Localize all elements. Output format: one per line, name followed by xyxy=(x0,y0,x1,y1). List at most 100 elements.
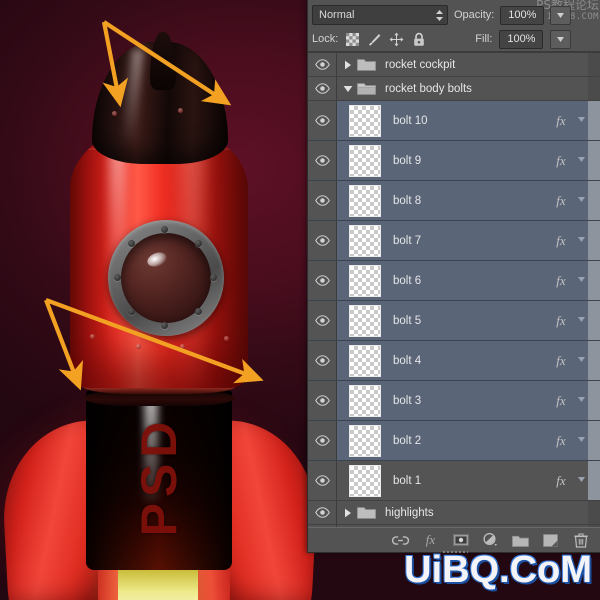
new-adjustment-layer-icon[interactable] xyxy=(482,532,499,549)
layer-visibility-toggle[interactable] xyxy=(308,181,337,220)
layer-row-highlights[interactable]: highlights xyxy=(308,501,600,525)
layer-visibility-toggle[interactable] xyxy=(308,301,337,340)
layer-list-scrollbar-segment[interactable] xyxy=(588,181,600,220)
layer-effects-expand-icon[interactable] xyxy=(574,397,588,404)
layer-visibility-toggle[interactable] xyxy=(308,261,337,300)
layer-effects-indicator[interactable]: fx xyxy=(548,233,574,249)
layer-effects-expand-icon[interactable] xyxy=(574,157,588,164)
layer-visibility-toggle[interactable] xyxy=(308,53,337,76)
layer-row-shadows[interactable]: shadows xyxy=(308,525,600,527)
layer-thumbnail[interactable] xyxy=(349,264,381,297)
lock-transparent-pixels-icon[interactable] xyxy=(345,32,360,47)
layer-list-scrollbar-segment[interactable] xyxy=(588,461,600,500)
layer-thumbnail[interactable] xyxy=(349,384,381,417)
layer-thumbnail[interactable] xyxy=(349,304,381,337)
layer-effects-indicator[interactable]: fx xyxy=(548,113,574,129)
layer-thumbnail[interactable] xyxy=(349,184,381,217)
layer-effects-expand-icon[interactable] xyxy=(574,197,588,204)
layer-thumbnail[interactable] xyxy=(349,344,381,377)
layer-effects-expand-icon[interactable] xyxy=(574,477,588,484)
layer-list-scrollbar-segment[interactable] xyxy=(588,501,600,524)
layer-name[interactable]: bolt 8 xyxy=(393,195,548,207)
layer-effects-indicator[interactable]: fx xyxy=(548,353,574,369)
add-layer-style-icon[interactable]: fx xyxy=(422,532,439,549)
layer-visibility-toggle[interactable] xyxy=(308,341,337,380)
layer-effects-indicator[interactable]: fx xyxy=(548,273,574,289)
layer-effects-indicator[interactable]: fx xyxy=(548,153,574,169)
layer-name[interactable]: bolt 2 xyxy=(393,435,548,447)
layer-list-scrollbar-segment[interactable] xyxy=(588,101,600,140)
layer-name[interactable]: bolt 5 xyxy=(393,315,548,327)
layer-effects-expand-icon[interactable] xyxy=(574,317,588,324)
layer-list[interactable]: rocket cockpit rocket body bolts bolt 10 fx… xyxy=(308,52,600,527)
chevron-right-icon[interactable] xyxy=(341,508,355,518)
layer-list-scrollbar-segment[interactable] xyxy=(588,301,600,340)
layer-effects-expand-icon[interactable] xyxy=(574,437,588,444)
layer-list-scrollbar-segment[interactable] xyxy=(588,381,600,420)
layer-list-scrollbar-segment[interactable] xyxy=(588,261,600,300)
layer-effects-expand-icon[interactable] xyxy=(574,277,588,284)
layer-list-scrollbar-segment[interactable] xyxy=(588,525,600,527)
layer-visibility-toggle[interactable] xyxy=(308,461,337,500)
new-layer-icon[interactable] xyxy=(542,532,559,549)
layer-thumbnail[interactable] xyxy=(349,464,381,497)
layer-effects-indicator[interactable]: fx xyxy=(548,433,574,449)
layer-thumbnail[interactable] xyxy=(349,224,381,257)
layer-list-scrollbar-segment[interactable] xyxy=(588,141,600,180)
lock-all-icon[interactable] xyxy=(411,32,426,47)
layer-row-bolt-7[interactable]: bolt 7 fx xyxy=(308,221,600,261)
layer-effects-indicator[interactable]: fx xyxy=(548,313,574,329)
layer-row-bolt-10[interactable]: bolt 10 fx xyxy=(308,101,600,141)
layer-effects-indicator[interactable]: fx xyxy=(548,473,574,489)
layer-name[interactable]: bolt 10 xyxy=(393,115,548,127)
chevron-right-icon[interactable] xyxy=(341,60,355,70)
layer-name[interactable]: rocket body bolts xyxy=(385,83,548,95)
layer-visibility-toggle[interactable] xyxy=(308,421,337,460)
layer-row-bolt-2[interactable]: bolt 2 fx xyxy=(308,421,600,461)
layer-row-bolt-6[interactable]: bolt 6 fx xyxy=(308,261,600,301)
layer-effects-expand-icon[interactable] xyxy=(574,237,588,244)
layer-visibility-toggle[interactable] xyxy=(308,141,337,180)
layer-list-scrollbar-segment[interactable] xyxy=(588,77,600,100)
layer-name[interactable]: bolt 7 xyxy=(393,235,548,247)
layer-row-rocket-body-bolts[interactable]: rocket body bolts xyxy=(308,77,600,101)
layer-visibility-toggle[interactable] xyxy=(308,525,337,527)
layer-row-bolt-4[interactable]: bolt 4 fx xyxy=(308,341,600,381)
layer-name[interactable]: rocket cockpit xyxy=(385,59,548,71)
layer-visibility-toggle[interactable] xyxy=(308,77,337,100)
lock-position-icon[interactable] xyxy=(389,32,404,47)
layer-row-bolt-3[interactable]: bolt 3 fx xyxy=(308,381,600,421)
layer-list-scrollbar-segment[interactable] xyxy=(588,221,600,260)
opacity-input[interactable]: 100% xyxy=(500,5,545,25)
link-layers-icon[interactable] xyxy=(392,532,409,549)
layer-name[interactable]: bolt 1 xyxy=(393,475,548,487)
layer-visibility-toggle[interactable] xyxy=(308,381,337,420)
layer-thumbnail[interactable] xyxy=(349,424,381,457)
layer-name[interactable]: bolt 4 xyxy=(393,355,548,367)
layer-list-scrollbar-segment[interactable] xyxy=(588,421,600,460)
layer-thumbnail[interactable] xyxy=(349,144,381,177)
layer-row-bolt-8[interactable]: bolt 8 fx xyxy=(308,181,600,221)
layer-list-scrollbar-segment[interactable] xyxy=(588,53,600,76)
layer-effects-expand-icon[interactable] xyxy=(574,117,588,124)
opacity-dropdown-button[interactable] xyxy=(550,5,572,25)
new-group-icon[interactable] xyxy=(512,532,529,549)
layer-effects-indicator[interactable]: fx xyxy=(548,193,574,209)
fill-input[interactable]: 100% xyxy=(499,29,544,49)
layer-effects-expand-icon[interactable] xyxy=(574,357,588,364)
fill-dropdown-button[interactable] xyxy=(550,29,572,49)
layer-row-bolt-1[interactable]: bolt 1 fx xyxy=(308,461,600,501)
layer-visibility-toggle[interactable] xyxy=(308,101,337,140)
lock-image-pixels-icon[interactable] xyxy=(367,32,382,47)
layer-name[interactable]: highlights xyxy=(385,507,548,519)
layer-name[interactable]: bolt 3 xyxy=(393,395,548,407)
layer-visibility-toggle[interactable] xyxy=(308,501,337,524)
layer-name[interactable]: bolt 9 xyxy=(393,155,548,167)
delete-layer-icon[interactable] xyxy=(572,532,589,549)
layer-thumbnail[interactable] xyxy=(349,104,381,137)
layer-effects-indicator[interactable]: fx xyxy=(548,393,574,409)
layer-row-bolt-9[interactable]: bolt 9 fx xyxy=(308,141,600,181)
blend-mode-select[interactable]: Normal xyxy=(312,5,448,25)
layer-row-bolt-5[interactable]: bolt 5 fx xyxy=(308,301,600,341)
add-layer-mask-icon[interactable] xyxy=(452,532,469,549)
